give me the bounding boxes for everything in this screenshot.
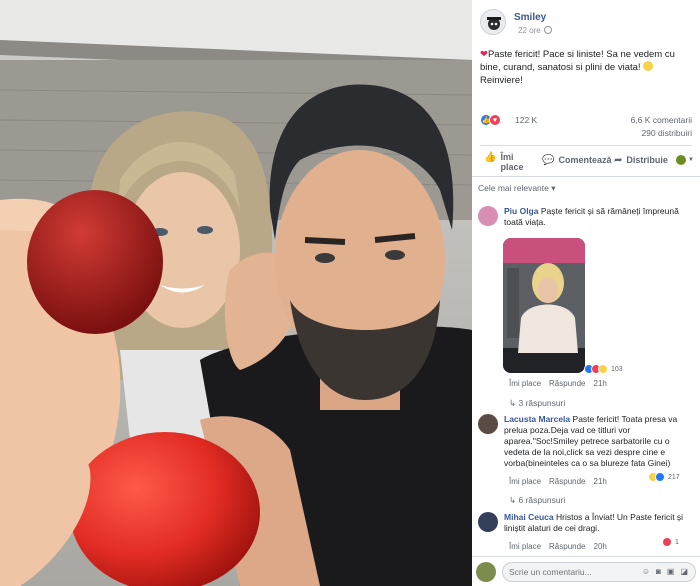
audience-selector[interactable]: ▼	[676, 155, 694, 165]
comment-like-link[interactable]: Îmi place	[509, 542, 541, 551]
chevron-down-icon: ▾	[551, 183, 556, 193]
shares-count[interactable]: 290 distribuiri	[641, 128, 692, 138]
composer-icons: ☺ ◙ ▣ ◪	[642, 567, 688, 576]
like-label: Îmi place	[500, 152, 524, 172]
comment-meta: Îmi place Răspunde 21h	[509, 379, 615, 388]
comment-reply-link[interactable]: Răspunde	[549, 379, 585, 388]
comment-composer: ☺ ◙ ▣ ◪	[476, 561, 696, 583]
comment-body: Mihai Ceuca Hristos a Înviat! Un Paste f…	[504, 512, 696, 534]
emoji-icon[interactable]: ☺	[642, 567, 650, 576]
globe-icon	[543, 26, 552, 34]
post-actions: 👍 Îmi place 💬 Comentează ➦ Distribuie ▼	[480, 149, 694, 175]
comment-meta: Îmi place Răspunde 20h	[509, 542, 615, 551]
page-avatar[interactable]	[480, 9, 506, 35]
comment-reply-link[interactable]: Răspunde	[549, 477, 585, 486]
post-panel: Smiley 22 ore ❤Paste fericit! Pace si li…	[472, 0, 700, 586]
comment-photo[interactable]	[503, 238, 585, 373]
divider	[472, 556, 700, 557]
post-header	[480, 9, 506, 35]
comment-icon: 💬	[542, 155, 555, 166]
commenter-avatar[interactable]	[478, 414, 498, 434]
current-user-avatar[interactable]	[476, 562, 496, 582]
divider	[480, 145, 692, 146]
caption-suffix: Reinviere!	[480, 75, 523, 86]
reaction-count: 1	[675, 538, 679, 546]
post-photo[interactable]	[0, 0, 472, 586]
comment-reactions[interactable]: 1	[662, 537, 679, 547]
comment-time[interactable]: 21h	[594, 379, 607, 388]
page-avatar-icon	[481, 10, 505, 34]
camera-icon[interactable]: ◙	[656, 567, 661, 576]
sort-label: Cele mai relevante	[478, 183, 549, 193]
comment-photo-image	[503, 238, 585, 373]
thumbs-up-icon: 👍	[484, 152, 497, 163]
love-reaction-icon: ♥	[489, 114, 501, 126]
sticker-icon[interactable]: ◪	[680, 567, 688, 576]
replies-label: 6 răspunsuri	[518, 495, 566, 505]
comment-time[interactable]: 20h	[594, 542, 607, 551]
sort-dropdown[interactable]: Cele mai relevante ▾	[478, 183, 556, 194]
comment-body: Lacusta Marcela Paste fericit! Toata pre…	[504, 414, 696, 469]
comment-time[interactable]: 21h	[594, 477, 607, 486]
comment-label: Comentează	[558, 155, 612, 165]
comment-item: Mihai Ceuca Hristos a Înviat! Un Paste f…	[478, 512, 696, 534]
reaction-count: 103	[611, 365, 623, 373]
love-reaction-icon	[662, 537, 672, 547]
comments-count[interactable]: 6,6 K comentarii	[631, 115, 692, 125]
replies-label: 3 răspunsuri	[518, 398, 566, 408]
comment-author[interactable]: Mihai Ceuca	[504, 512, 554, 522]
comment-author[interactable]: Piu Olga	[504, 206, 538, 216]
divider	[472, 176, 700, 177]
reaction-count: 217	[668, 473, 680, 481]
reaction-icons[interactable]: 👍 ♥	[480, 114, 501, 126]
view-replies[interactable]: ↳ 6 răspunsuri	[509, 495, 565, 506]
commenter-avatar[interactable]	[478, 206, 498, 226]
comment-reactions[interactable]: 217	[648, 472, 680, 482]
like-reaction-icon	[655, 472, 665, 482]
heart-emoji: ❤	[480, 49, 488, 60]
reply-arrow-icon: ↳	[509, 495, 517, 505]
post-caption: ❤Paste fericit! Pace si liniste! Sa ne v…	[480, 48, 690, 87]
comment-author[interactable]: Lacusta Marcela	[504, 414, 570, 424]
gif-icon[interactable]: ▣	[667, 567, 675, 576]
comment-item: Lacusta Marcela Paste fericit! Toata pre…	[478, 414, 696, 469]
share-icon: ➦	[614, 155, 623, 166]
view-replies[interactable]: ↳ 3 răspunsuri	[509, 398, 565, 409]
like-button[interactable]: 👍 Îmi place	[484, 152, 528, 172]
audience-avatar	[676, 155, 686, 165]
share-button[interactable]: ➦ Distribuie	[614, 155, 668, 166]
commenter-avatar[interactable]	[478, 512, 498, 532]
comment-reply-link[interactable]: Răspunde	[549, 542, 585, 551]
chevron-down-icon: ▼	[688, 157, 694, 163]
comment-button[interactable]: 💬 Comentează	[542, 155, 611, 166]
wow-reaction-icon	[598, 364, 608, 374]
comment-like-link[interactable]: Îmi place	[509, 379, 541, 388]
reply-arrow-icon: ↳	[509, 398, 517, 408]
comment-item: Piu Olga Paște fericit și să rămâneți îm…	[478, 206, 696, 228]
page-name[interactable]: Smiley	[514, 12, 546, 23]
comment-meta: Îmi place Răspunde 21h	[509, 477, 615, 486]
post-time-label: 22 ore	[518, 26, 541, 35]
post-time[interactable]: 22 ore	[518, 26, 552, 35]
photo-illustration	[0, 0, 472, 586]
comment-like-link[interactable]: Îmi place	[509, 477, 541, 486]
comment-body: Piu Olga Paște fericit și să rămâneți îm…	[504, 206, 696, 228]
comment-reactions[interactable]: 103	[584, 364, 623, 374]
smile-emoji-icon	[643, 61, 654, 71]
share-label: Distribuie	[626, 155, 668, 165]
reactions-count[interactable]: 122 K	[515, 115, 537, 125]
post-stats: 👍 ♥ 122 K 6,6 K comentarii 290 distribui…	[480, 114, 692, 144]
